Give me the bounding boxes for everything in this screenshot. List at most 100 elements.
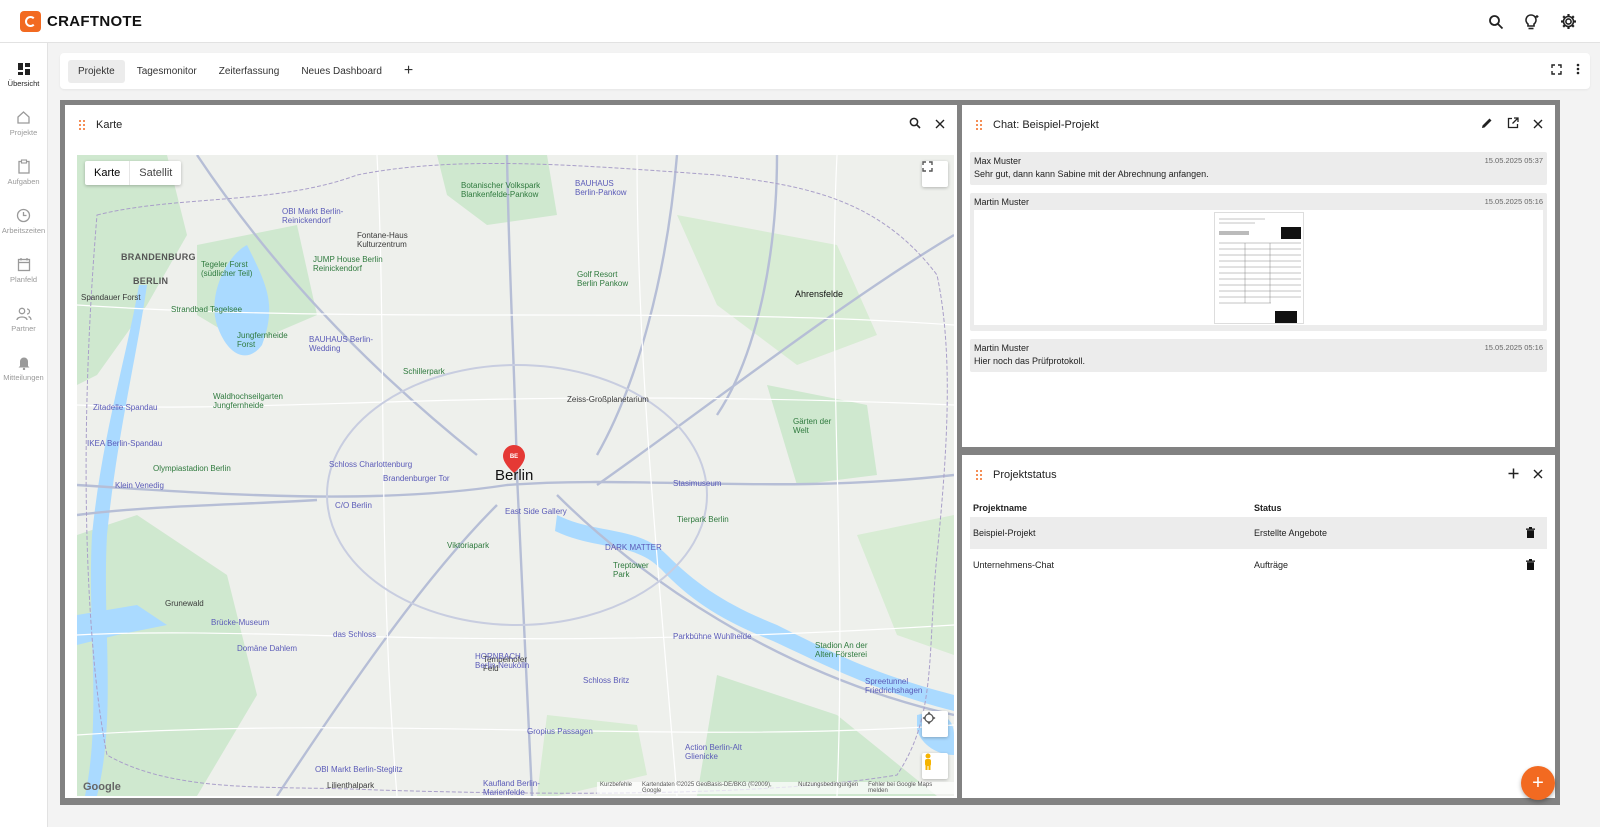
project-status-title: Projektstatus	[993, 469, 1057, 481]
message-author: Martin Muster	[974, 343, 1030, 353]
sidebar-item-mitteilungen[interactable]: Mitteilungen	[0, 345, 47, 392]
dashboard-icon	[17, 62, 30, 75]
top-bar: CRAFTNOTE	[0, 0, 1600, 43]
map-label: Tegeler Forst (südlicher Teil)	[201, 260, 253, 278]
map-label: OBI Markt Berlin-Reinickendorf	[282, 207, 344, 225]
tab-neues-dashboard[interactable]: Neues Dashboard	[291, 60, 392, 83]
map-label: Domäne Dahlem	[237, 644, 298, 653]
map-label: East Side Gallery	[505, 507, 567, 516]
message-author: Max Muster	[974, 156, 1022, 166]
sidebar-item-aufgaben[interactable]: Aufgaben	[0, 149, 47, 196]
tab-tagesmonitor[interactable]: Tagesmonitor	[127, 60, 207, 83]
map-label: Fontane-Haus Kulturzentrum	[357, 231, 408, 249]
sidebar-item-label: Arbeitszeiten	[1, 226, 46, 235]
project-status-header: Projektstatus	[962, 455, 1555, 495]
app-name: CRAFTNOTE	[47, 12, 143, 30]
map-label: Treptower Park	[613, 561, 649, 579]
craftnote-logo-icon	[20, 10, 41, 32]
message-time: 15.05.2025 05:16	[1484, 197, 1543, 206]
sidebar-item-planfeld[interactable]: Planfeld	[0, 247, 47, 294]
map-label: DARK MATTER	[605, 543, 662, 552]
map-type-satellit-button[interactable]: Satellit	[130, 161, 181, 185]
delete-icon[interactable]	[1526, 527, 1535, 540]
search-icon[interactable]	[1484, 10, 1508, 34]
message-author: Martin Muster	[974, 197, 1030, 207]
chat-widget-header: Chat: Beispiel-Projekt	[962, 105, 1555, 145]
sidebar-item-projekte[interactable]: Projekte	[0, 100, 47, 147]
message-attachment[interactable]	[974, 210, 1543, 325]
open-external-icon[interactable]	[1507, 116, 1519, 134]
close-icon[interactable]	[935, 116, 945, 134]
map-label: Stadion An der Alten Försterei	[815, 641, 868, 659]
edit-icon[interactable]	[1481, 116, 1493, 134]
camera-control-icon	[922, 711, 936, 725]
project-name-cell: Unternehmens-Chat	[973, 560, 1055, 570]
column-header-projektname: Projektname	[973, 503, 1028, 513]
chat-message: Martin Muster 15.05.2025 05:16 Hier noch…	[970, 339, 1547, 372]
table-row[interactable]: Unternehmens-Chat Aufträge	[970, 549, 1547, 581]
map-widget: Karte BE Karte Satellit Berlin BRANDENBU…	[65, 105, 957, 798]
sidebar-item-uebersicht[interactable]: Übersicht	[0, 51, 47, 98]
lightbulb-icon[interactable]	[1520, 10, 1544, 34]
home-icon	[17, 111, 30, 124]
map-label: Waldhochseilgarten Jungfernheide	[213, 392, 283, 410]
map-label: Brandenburger Tor	[383, 474, 450, 483]
sidebar-item-label: Partner	[11, 323, 36, 333]
map-camera-control-button[interactable]	[922, 711, 948, 737]
drag-handle-icon[interactable]	[976, 469, 983, 481]
add-tab-button[interactable]: +	[404, 63, 413, 79]
message-text: Hier noch das Prüfprotokoll.	[974, 356, 1086, 366]
floating-add-button[interactable]: +	[1521, 766, 1555, 800]
status-table-header: Projektname Status	[970, 495, 1547, 513]
map-label: Botanischer Volkspark Blankenfelde-Panko…	[461, 181, 541, 199]
map-label: Zeiss-Großplanetarium	[567, 395, 649, 404]
sidebar-item-arbeitszeiten[interactable]: Arbeitszeiten	[0, 198, 47, 245]
map-label: Action Berlin-Alt Glienicke	[685, 743, 742, 761]
google-logo: Google	[83, 781, 121, 793]
more-vert-icon[interactable]	[1576, 62, 1580, 80]
drag-handle-icon[interactable]	[976, 119, 983, 131]
gear-icon[interactable]	[1556, 10, 1580, 34]
map-type-toggle: Karte Satellit	[85, 161, 182, 185]
map-label: Stasimuseum	[673, 479, 722, 488]
map-view[interactable]: BE Karte Satellit Berlin BRANDENBURG BER…	[77, 155, 954, 796]
map-streetview-button[interactable]	[922, 753, 948, 779]
map-label: Brücke-Museum	[211, 618, 270, 627]
map-city-label: Berlin	[495, 467, 534, 484]
map-label: Schloss Britz	[583, 676, 630, 685]
sidebar-item-partner[interactable]: Partner	[0, 296, 47, 343]
map-label: Schloss Charlottenburg	[329, 460, 413, 469]
search-icon[interactable]	[909, 116, 921, 134]
map-label: Spreetunnel Friedrichshagen	[865, 677, 923, 695]
close-icon[interactable]	[1533, 116, 1543, 134]
map-label: BAUHAUS Berlin-Wedding	[309, 335, 374, 353]
sidebar-item-label: Planfeld	[9, 275, 38, 284]
map-label: Gropius Passagen	[527, 727, 593, 736]
add-icon[interactable]	[1508, 466, 1519, 484]
map-label: das Schloss	[333, 630, 377, 639]
map-label: BERLIN	[133, 276, 169, 286]
svg-text:BE: BE	[510, 454, 518, 460]
map-type-karte-button[interactable]: Karte	[85, 161, 131, 185]
map-label: BRANDENBURG	[121, 252, 196, 262]
app-logo[interactable]: CRAFTNOTE	[20, 10, 143, 32]
close-icon[interactable]	[1533, 466, 1543, 484]
map-label: Schillerpark	[403, 367, 445, 376]
map-widget-title: Karte	[96, 119, 123, 131]
map-fullscreen-button[interactable]	[922, 161, 948, 187]
delete-icon[interactable]	[1526, 559, 1535, 572]
calendar-icon	[17, 258, 30, 272]
sidebar-item-label: Projekte	[9, 128, 38, 137]
map-report-link[interactable]: Fehler bei Google Maps melden	[868, 782, 951, 794]
map-label: Ahrensfelde	[795, 289, 844, 299]
tab-projekte[interactable]: Projekte	[68, 59, 125, 83]
tab-zeiterfassung[interactable]: Zeiterfassung	[209, 60, 290, 83]
map-shortcuts-link[interactable]: Kurzbefehle	[600, 782, 632, 794]
fullscreen-icon[interactable]	[1551, 62, 1562, 80]
map-label: Klein Venedig	[115, 481, 164, 490]
map-terms-link[interactable]: Nutzungsbedingungen	[798, 782, 858, 794]
map-label: OBI Markt Berlin-Steglitz	[315, 765, 403, 774]
project-name-cell: Beispiel-Projekt	[973, 528, 1036, 538]
table-row[interactable]: Beispiel-Projekt Erstellte Angebote	[970, 517, 1547, 549]
drag-handle-icon[interactable]	[79, 119, 86, 131]
